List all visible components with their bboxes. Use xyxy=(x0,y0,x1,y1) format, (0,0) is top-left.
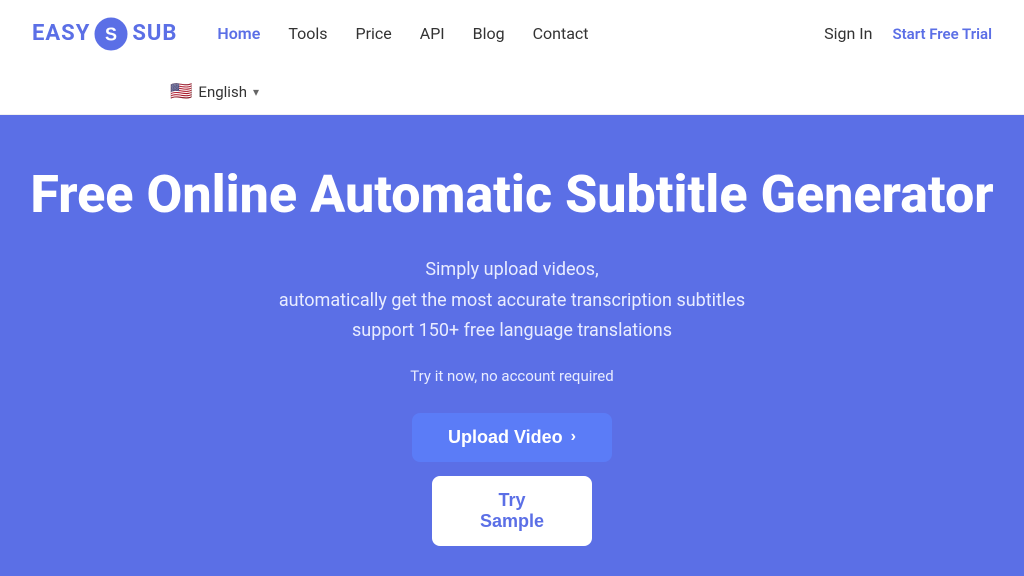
logo-text-sub: SUB xyxy=(132,21,177,46)
hero-subtitle-line3: support 150+ free language translations xyxy=(352,320,672,341)
hero-subtitle: Simply upload videos, automatically get … xyxy=(279,255,745,347)
chevron-right-icon: › xyxy=(571,428,576,446)
upload-button-label: Upload Video xyxy=(448,427,563,448)
nav-blog[interactable]: Blog xyxy=(473,24,505,43)
hero-subtitle-line1: Simply upload videos, xyxy=(425,259,598,280)
nav-api[interactable]: API xyxy=(420,24,445,43)
header: EASY S SUB Home Tools Price API Blog Con… xyxy=(0,0,1024,115)
language-selector[interactable]: 🇺🇸 English ▾ xyxy=(170,81,259,102)
nav-tools[interactable]: Tools xyxy=(288,24,327,43)
hero-note: Try it now, no account required xyxy=(410,367,613,385)
logo-icon: S xyxy=(94,17,128,51)
header-bottom: 🇺🇸 English ▾ xyxy=(32,71,992,111)
header-top: EASY S SUB Home Tools Price API Blog Con… xyxy=(32,4,992,64)
flag-icon: 🇺🇸 xyxy=(170,81,192,102)
start-trial-button[interactable]: Start Free Trial xyxy=(892,25,992,43)
hero-section: Free Online Automatic Subtitle Generator… xyxy=(0,115,1024,576)
svg-text:S: S xyxy=(105,24,117,44)
main-nav: Home Tools Price API Blog Contact xyxy=(217,24,824,43)
chevron-down-icon: ▾ xyxy=(253,85,259,99)
language-label: English xyxy=(198,83,247,101)
nav-home[interactable]: Home xyxy=(217,24,260,43)
logo[interactable]: EASY S SUB xyxy=(32,17,177,51)
sign-in-button[interactable]: Sign In xyxy=(824,24,872,43)
nav-contact[interactable]: Contact xyxy=(533,24,589,43)
upload-video-button[interactable]: Upload Video › xyxy=(412,413,612,462)
hero-subtitle-line2: automatically get the most accurate tran… xyxy=(279,290,745,311)
logo-area: EASY S SUB xyxy=(32,17,177,51)
hero-title: Free Online Automatic Subtitle Generator xyxy=(30,165,993,225)
nav-actions: Sign In Start Free Trial xyxy=(824,24,992,43)
nav-price[interactable]: Price xyxy=(355,24,391,43)
try-sample-button[interactable]: Try Sample xyxy=(432,476,592,546)
logo-text-easy: EASY xyxy=(32,21,90,46)
